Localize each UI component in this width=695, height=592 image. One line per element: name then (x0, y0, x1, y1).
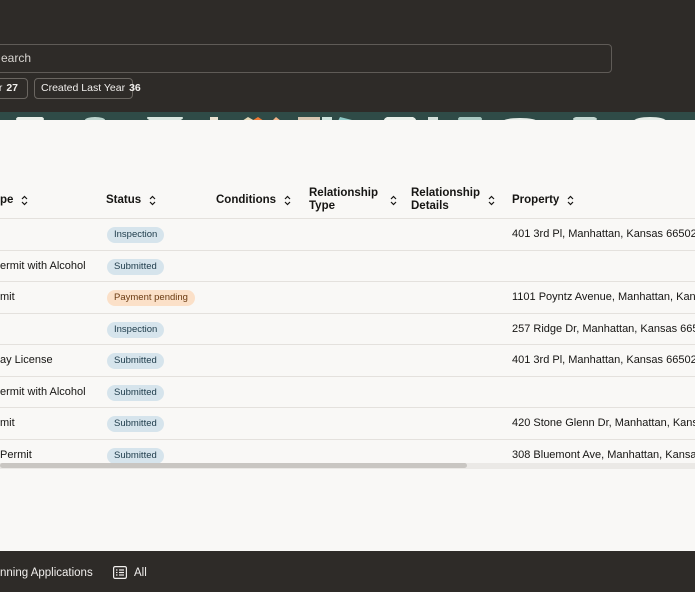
table-row[interactable]: mit Payment pending 1101 Poyntz Avenue, … (0, 281, 695, 313)
search-text: earch (1, 51, 32, 65)
filter-chip-created-last-year[interactable]: Created Last Year 36 (34, 78, 141, 99)
type-cell: mit (0, 291, 15, 303)
decorative-banner (0, 112, 695, 120)
filter-chip-count: 27 (6, 82, 19, 94)
bottom-nav: nning Applications All (0, 551, 695, 592)
status-badge: Submitted (107, 385, 164, 401)
column-header-label: Conditions (216, 194, 277, 206)
type-cell: mit (0, 417, 15, 429)
filter-chip-count: 36 (129, 82, 141, 94)
horizontal-scrollbar[interactable] (0, 463, 695, 469)
table-row[interactable]: Permit Submitted 308 Bluemont Ave, Manha… (0, 439, 695, 463)
status-badge: Submitted (107, 448, 164, 463)
column-header-relationship-details[interactable]: Relationship Details (411, 187, 495, 213)
type-cell: ermit with Alcohol (0, 260, 86, 272)
table-row[interactable]: ay License Submitted 401 3rd Pl, Manhatt… (0, 344, 695, 376)
column-header-label: Relationship Details (411, 187, 480, 213)
column-header-relationship-type[interactable]: Relationship Type (309, 187, 397, 213)
column-header-line: Details (411, 200, 449, 212)
list-icon[interactable] (113, 566, 127, 579)
column-header-line: Relationship (309, 187, 379, 199)
column-header-label: Status (106, 194, 142, 206)
property-cell: 401 3rd Pl, Manhattan, Kansas 66502 (512, 354, 695, 366)
sort-icon (284, 195, 291, 206)
all-link[interactable]: All (134, 551, 147, 592)
filter-chip-label: ar (0, 82, 3, 94)
column-header-conditions[interactable]: Conditions (216, 194, 291, 207)
planning-applications-link[interactable]: nning Applications (0, 551, 93, 592)
type-cell: ermit with Alcohol (0, 386, 86, 398)
status-badge: Submitted (107, 353, 164, 369)
column-header-property[interactable]: Property (512, 194, 574, 207)
property-cell: 308 Bluemont Ave, Manhattan, Kansas (512, 449, 695, 461)
table-row[interactable]: Inspection 257 Ridge Dr, Manhattan, Kans… (0, 313, 695, 345)
column-header-label: Relationship Type (309, 187, 378, 213)
status-badge: Submitted (107, 416, 164, 432)
column-header-type[interactable]: pe (0, 194, 28, 207)
table-row[interactable]: Inspection 401 3rd Pl, Manhattan, Kansas… (0, 218, 695, 250)
status-badge: Inspection (107, 322, 165, 338)
property-cell: 401 3rd Pl, Manhattan, Kansas 66502 (512, 228, 695, 240)
column-header-status[interactable]: Status (106, 194, 156, 207)
sort-icon (488, 195, 495, 205)
column-header-line: Relationship (411, 187, 481, 199)
property-cell: 1101 Poyntz Avenue, Manhattan, Kansas (512, 291, 695, 303)
type-cell: ay License (0, 354, 53, 366)
scrollbar-thumb[interactable] (0, 463, 467, 468)
type-cell: Permit (0, 449, 32, 461)
column-header-line: Type (309, 200, 335, 212)
filter-chip-label: Created Last Year (41, 82, 126, 94)
table-row[interactable]: mit Submitted 420 Stone Glenn Dr, Manhat… (0, 407, 695, 439)
status-badge: Payment pending (107, 290, 195, 306)
sort-icon (390, 195, 397, 205)
property-cell: 257 Ridge Dr, Manhattan, Kansas 6650 (512, 323, 695, 335)
top-bar: earch ar27 Created Last Year36 (0, 0, 695, 112)
sort-icon (21, 195, 28, 206)
column-header-label: pe (0, 194, 14, 206)
property-cell: 420 Stone Glenn Dr, Manhattan, Kansas (512, 417, 695, 429)
column-header-label: Property (512, 194, 560, 206)
search-input[interactable]: earch (0, 44, 612, 73)
status-badge: Submitted (107, 259, 164, 275)
sort-icon (149, 195, 156, 206)
sort-icon (567, 195, 574, 206)
table-row[interactable]: ermit with Alcohol Submitted (0, 376, 695, 408)
applications-table: pe Status Conditions Relationship Type Re… (0, 120, 695, 551)
filter-chip-year[interactable]: ar27 (0, 78, 28, 99)
table-row[interactable]: ermit with Alcohol Submitted (0, 250, 695, 282)
status-badge: Inspection (107, 227, 165, 243)
